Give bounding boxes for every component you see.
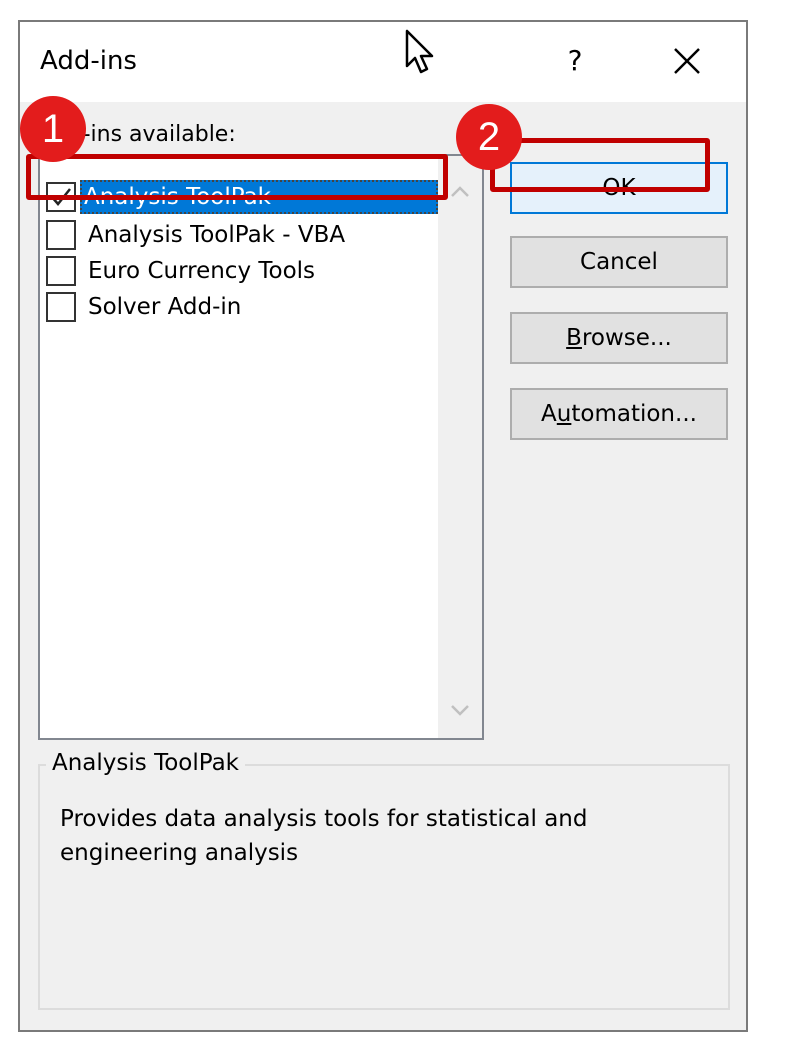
- scroll-down-button[interactable]: [438, 690, 482, 730]
- mouse-pointer-icon: [405, 29, 434, 74]
- close-button[interactable]: [660, 36, 714, 86]
- list-item-euro-currency-tools[interactable]: Euro Currency Tools: [46, 254, 436, 288]
- list-item-solver-add-in[interactable]: Solver Add-in: [46, 290, 436, 324]
- highlight-box-step-1: [26, 154, 448, 200]
- close-icon: [674, 48, 700, 74]
- step-1-badge: 1: [20, 96, 86, 162]
- description-text: Provides data analysis tools for statist…: [60, 806, 588, 866]
- list-item-label: Solver Add-in: [88, 294, 242, 320]
- cancel-button[interactable]: Cancel: [510, 236, 728, 288]
- highlight-box-step-2: [490, 138, 710, 192]
- automation-access-key: u: [556, 401, 572, 427]
- help-button[interactable]: ?: [550, 36, 600, 86]
- addins-listbox[interactable]: Analysis ToolPak Analysis ToolPak - VBA …: [38, 154, 484, 740]
- browse-label-rest: rowse...: [581, 325, 672, 351]
- title-bar: Add-ins ?: [20, 22, 746, 102]
- automation-label-start: A: [541, 401, 557, 427]
- list-item-analysis-toolpak-vba[interactable]: Analysis ToolPak - VBA: [46, 218, 436, 252]
- browse-button[interactable]: Browse...: [510, 312, 728, 364]
- automation-button[interactable]: Automation...: [510, 388, 728, 440]
- list-item-label: Analysis ToolPak - VBA: [88, 222, 346, 248]
- step-2-badge: 2: [456, 104, 522, 170]
- description-groupbox: [38, 764, 730, 1010]
- description-title: Analysis ToolPak: [46, 750, 245, 776]
- browse-access-key: B: [566, 325, 582, 351]
- automation-label-rest: tomation...: [571, 401, 697, 427]
- checkbox-solver-add-in[interactable]: [46, 292, 76, 322]
- checkbox-analysis-toolpak-vba[interactable]: [46, 220, 76, 250]
- list-scrollbar[interactable]: [438, 156, 482, 738]
- chevron-down-icon: [451, 705, 469, 716]
- checkbox-euro-currency-tools[interactable]: [46, 256, 76, 286]
- list-item-label: Euro Currency Tools: [88, 258, 316, 284]
- dialog-title: Add-ins: [40, 46, 137, 76]
